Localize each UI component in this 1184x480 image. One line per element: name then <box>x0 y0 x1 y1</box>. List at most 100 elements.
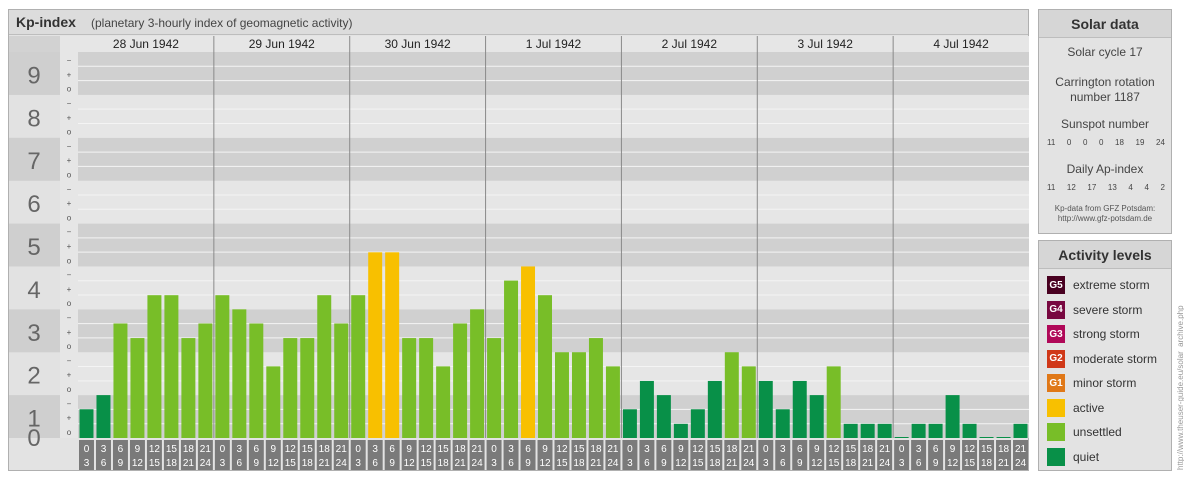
interval-start-label: 9 <box>678 444 684 455</box>
legend-row: G3 strong storm <box>1047 325 1140 343</box>
interval-start-label: 15 <box>573 444 585 455</box>
sunspot-value: 19 <box>1135 138 1145 147</box>
kp-bar <box>538 295 552 438</box>
interval-end-label: 21 <box>319 458 331 469</box>
kp-bar <box>588 338 603 438</box>
interval-start-label: 18 <box>319 444 331 455</box>
minor-tick-label: + <box>67 156 72 165</box>
kp-bar <box>571 352 586 438</box>
interval-start-label: 21 <box>607 444 619 455</box>
legend-swatch: G2 <box>1047 349 1065 368</box>
interval-start-label: 18 <box>998 444 1010 455</box>
y-tick-label: 9 <box>27 62 40 89</box>
kp-bar <box>792 380 807 438</box>
y-tick-label: 5 <box>27 234 40 261</box>
kp-bar <box>487 338 502 438</box>
kp-bar <box>368 252 383 438</box>
legend-label: unsettled <box>1073 425 1122 439</box>
interval-start-label: 12 <box>964 444 976 455</box>
interval-end-label: 24 <box>336 458 348 469</box>
interval-end-label: 12 <box>539 458 551 469</box>
interval-end-label: 18 <box>438 458 450 469</box>
interval-start-label: 3 <box>508 444 514 455</box>
interval-start-label: 9 <box>135 444 141 455</box>
interval-start-label: 0 <box>899 444 905 455</box>
interval-start-label: 3 <box>780 444 786 455</box>
day-label: 3 Jul 1942 <box>798 37 854 51</box>
minor-tick-label: o <box>67 299 72 308</box>
interval-end-label: 15 <box>421 458 433 469</box>
legend-row: G1 minor storm <box>1047 374 1136 392</box>
interval-start-label: 12 <box>692 444 704 455</box>
interval-end-label: 24 <box>607 458 619 469</box>
interval-start-label: 9 <box>814 444 820 455</box>
kp-bar <box>673 423 688 438</box>
minor-tick-label: o <box>67 385 72 394</box>
legend-label: minor storm <box>1073 376 1137 390</box>
interval-end-label: 9 <box>389 458 395 469</box>
interval-end-label: 6 <box>372 458 378 469</box>
ap-values: 11 12 17 13 4 4 2 <box>1047 183 1165 192</box>
interval-end-label: 12 <box>404 458 416 469</box>
kp-bar <box>385 252 400 438</box>
kp-bar <box>164 295 179 438</box>
interval-end-label: 18 <box>573 458 585 469</box>
kp-bar <box>215 295 230 438</box>
interval-end-label: 3 <box>355 458 361 469</box>
sunspot-values: 11 0 0 0 18 19 24 <box>1047 138 1165 147</box>
day-label: 29 Jun 1942 <box>249 37 315 51</box>
y-tick-label: 4 <box>27 277 40 304</box>
minor-tick-label: o <box>67 256 72 265</box>
interval-end-label: 21 <box>998 458 1010 469</box>
ap-value: 17 <box>1087 183 1097 192</box>
interval-end-label: 3 <box>763 458 769 469</box>
ap-value: 4 <box>1144 183 1149 192</box>
minor-tick-label: o <box>67 171 72 180</box>
legend-label: quiet <box>1073 449 1100 464</box>
kp-bar <box>1013 423 1028 438</box>
interval-start-label: 6 <box>118 444 124 455</box>
minor-tick-label: o <box>67 428 72 437</box>
interval-end-label: 18 <box>709 458 721 469</box>
activity-levels-heading: Activity levels <box>1039 241 1171 269</box>
kp-bar <box>300 338 315 438</box>
interval-end-label: 3 <box>84 458 90 469</box>
interval-start-label: 18 <box>183 444 195 455</box>
interval-end-label: 6 <box>780 458 786 469</box>
data-credit-line-2: http://www.gfz-potsdam.de <box>1057 214 1153 223</box>
kp-bar <box>996 437 1011 438</box>
interval-end-label: 21 <box>726 458 738 469</box>
interval-start-label: 21 <box>879 444 891 455</box>
sunspot-value: 18 <box>1115 138 1124 147</box>
kp-bar <box>945 395 960 438</box>
interval-start-label: 6 <box>933 444 939 455</box>
minor-tick-label: o <box>67 342 72 351</box>
interval-start-label: 18 <box>455 444 467 455</box>
kp-bar <box>419 338 434 438</box>
ap-value: 13 <box>1107 183 1117 192</box>
legend-row: unsettled <box>1047 423 1122 441</box>
interval-end-label: 15 <box>556 458 568 469</box>
minor-tick-label: + <box>67 242 72 251</box>
interval-end-label: 18 <box>845 458 857 469</box>
interval-start-label: 12 <box>828 444 840 455</box>
interval-end-label: 3 <box>220 458 226 469</box>
kp-bar <box>877 423 892 438</box>
kp-bar <box>181 338 196 438</box>
interval-start-label: 3 <box>101 444 107 455</box>
legend-swatch: G4 <box>1047 300 1065 319</box>
legend-label: moderate storm <box>1073 351 1158 366</box>
kp-bar <box>521 266 536 438</box>
interval-end-label: 12 <box>947 458 959 469</box>
minor-tick-label: o <box>67 128 72 137</box>
interval-start-label: 0 <box>627 444 633 455</box>
kp-bar <box>707 380 722 438</box>
minor-tick-label: − <box>67 356 72 365</box>
y-tick-label: 7 <box>27 148 40 175</box>
interval-start-label: 21 <box>200 444 212 455</box>
interval-start-label: 6 <box>797 444 803 455</box>
legend-row: quiet <box>1047 447 1100 466</box>
interval-end-label: 24 <box>879 458 891 469</box>
kp-bar <box>826 366 841 438</box>
interval-start-label: 12 <box>556 444 568 455</box>
